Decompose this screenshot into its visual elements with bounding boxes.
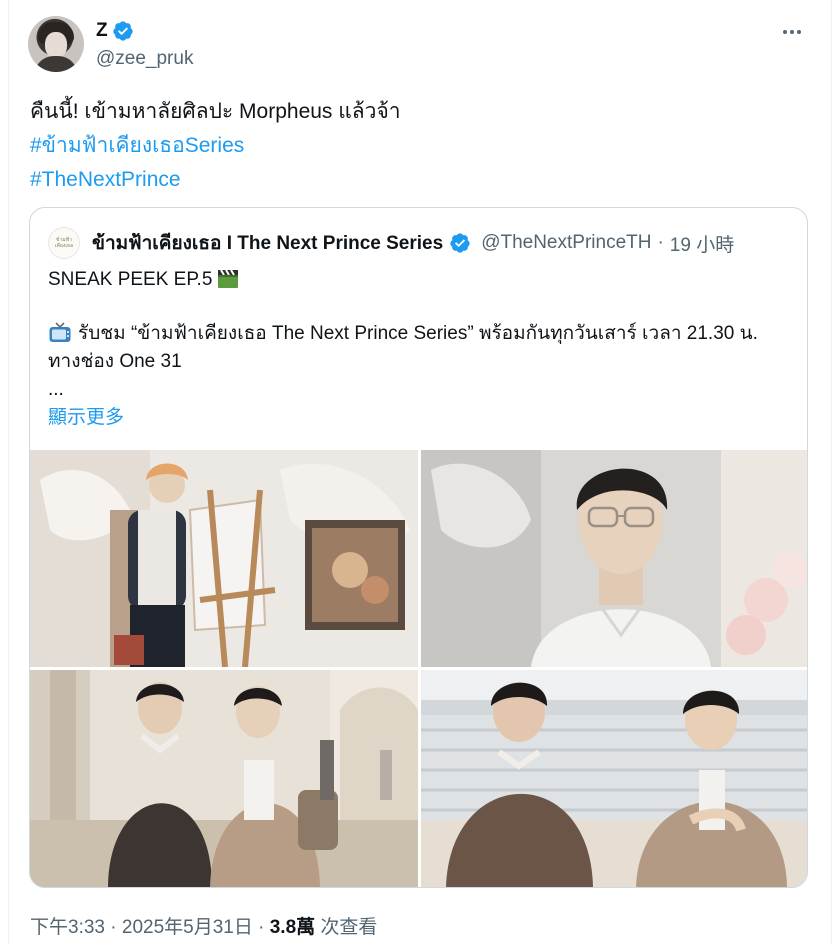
verified-badge-icon xyxy=(112,21,133,41)
quoted-tweet-header: ข้ามฟ้า เคียงเธอ ข้ามฟ้าเคียงเธอ I The Ne… xyxy=(48,227,734,259)
footer-separator: · xyxy=(252,917,270,938)
quoted-text-line: รับชม “ข้ามฟ้าเคียงเธอ The Next Prince S… xyxy=(48,320,798,348)
quoted-author-handle[interactable]: @TheNextPrinceTH xyxy=(481,232,651,254)
quoted-text-line: SNEAK PEEK EP.5 xyxy=(48,266,798,294)
television-icon xyxy=(49,322,71,342)
views-count[interactable]: 3.8萬 xyxy=(270,917,315,938)
clapper-board-icon xyxy=(218,269,239,288)
photo-two-walking-hallway[interactable] xyxy=(30,670,418,887)
author-avatar[interactable] xyxy=(28,16,84,72)
hashtag-link[interactable]: #TheNextPrince xyxy=(30,163,800,197)
media-grid xyxy=(30,450,807,887)
quoted-tweet-text: SNEAK PEEK EP.5 รับชม “ข้ามฟ้าเคียงเธอ T… xyxy=(48,266,798,432)
frame-border-right xyxy=(831,0,832,944)
tweet-text: คืนนี้! เข้ามหาลัยศิลปะ Morpheus แล้วจ้า… xyxy=(30,95,800,197)
separator-dot: · xyxy=(657,232,664,253)
tweet-footer: 下午3:33 · 2025年5月31日 · 3.8萬 次查看 xyxy=(30,912,377,939)
frame-border-left xyxy=(8,0,9,944)
quoted-tweet[interactable]: ข้ามฟ้า เคียงเธอ ข้ามฟ้าเคียงเธอ I The Ne… xyxy=(29,207,808,888)
show-more-link[interactable]: 顯示更多 xyxy=(48,404,798,432)
author-handle[interactable]: @zee_pruk xyxy=(96,48,193,70)
verified-badge-icon xyxy=(450,233,470,253)
hashtag-link[interactable]: #ข้ามฟ้าเคียงเธอSeries xyxy=(30,129,800,163)
quoted-timestamp[interactable]: 19 小時 xyxy=(670,230,734,257)
footer-separator: · xyxy=(104,917,122,938)
author-name-row: Z xyxy=(96,20,134,42)
photo-painting-at-easel[interactable] xyxy=(30,450,418,667)
author-display-name[interactable]: Z xyxy=(96,20,108,42)
tweet-date[interactable]: 2025年5月31日 xyxy=(122,917,253,938)
sneak-peek-text: SNEAK PEEK EP.5 xyxy=(48,269,213,290)
quoted-author-avatar[interactable]: ข้ามฟ้า เคียงเธอ xyxy=(48,227,80,259)
quoted-text-ellipsis: ... xyxy=(48,379,64,400)
tweet-time[interactable]: 下午3:33 xyxy=(30,917,105,938)
tweet-header: Z @zee_pruk xyxy=(28,16,810,76)
views-label: 次查看 xyxy=(315,917,378,938)
photo-two-on-steps[interactable] xyxy=(421,670,807,887)
broadcast-text: รับชม “ข้ามฟ้าเคียงเธอ The Next Prince S… xyxy=(78,323,758,344)
photo-man-with-glasses[interactable] xyxy=(421,450,807,667)
quoted-author-name[interactable]: ข้ามฟ้าเคียงเธอ I The Next Prince Series xyxy=(92,228,443,258)
tweet-text-line: คืนนี้! เข้ามหาลัยศิลปะ Morpheus แล้วจ้า xyxy=(30,100,401,123)
quoted-text-line: ทางช่อง One 31 xyxy=(48,351,182,372)
more-options-icon[interactable] xyxy=(778,20,806,44)
